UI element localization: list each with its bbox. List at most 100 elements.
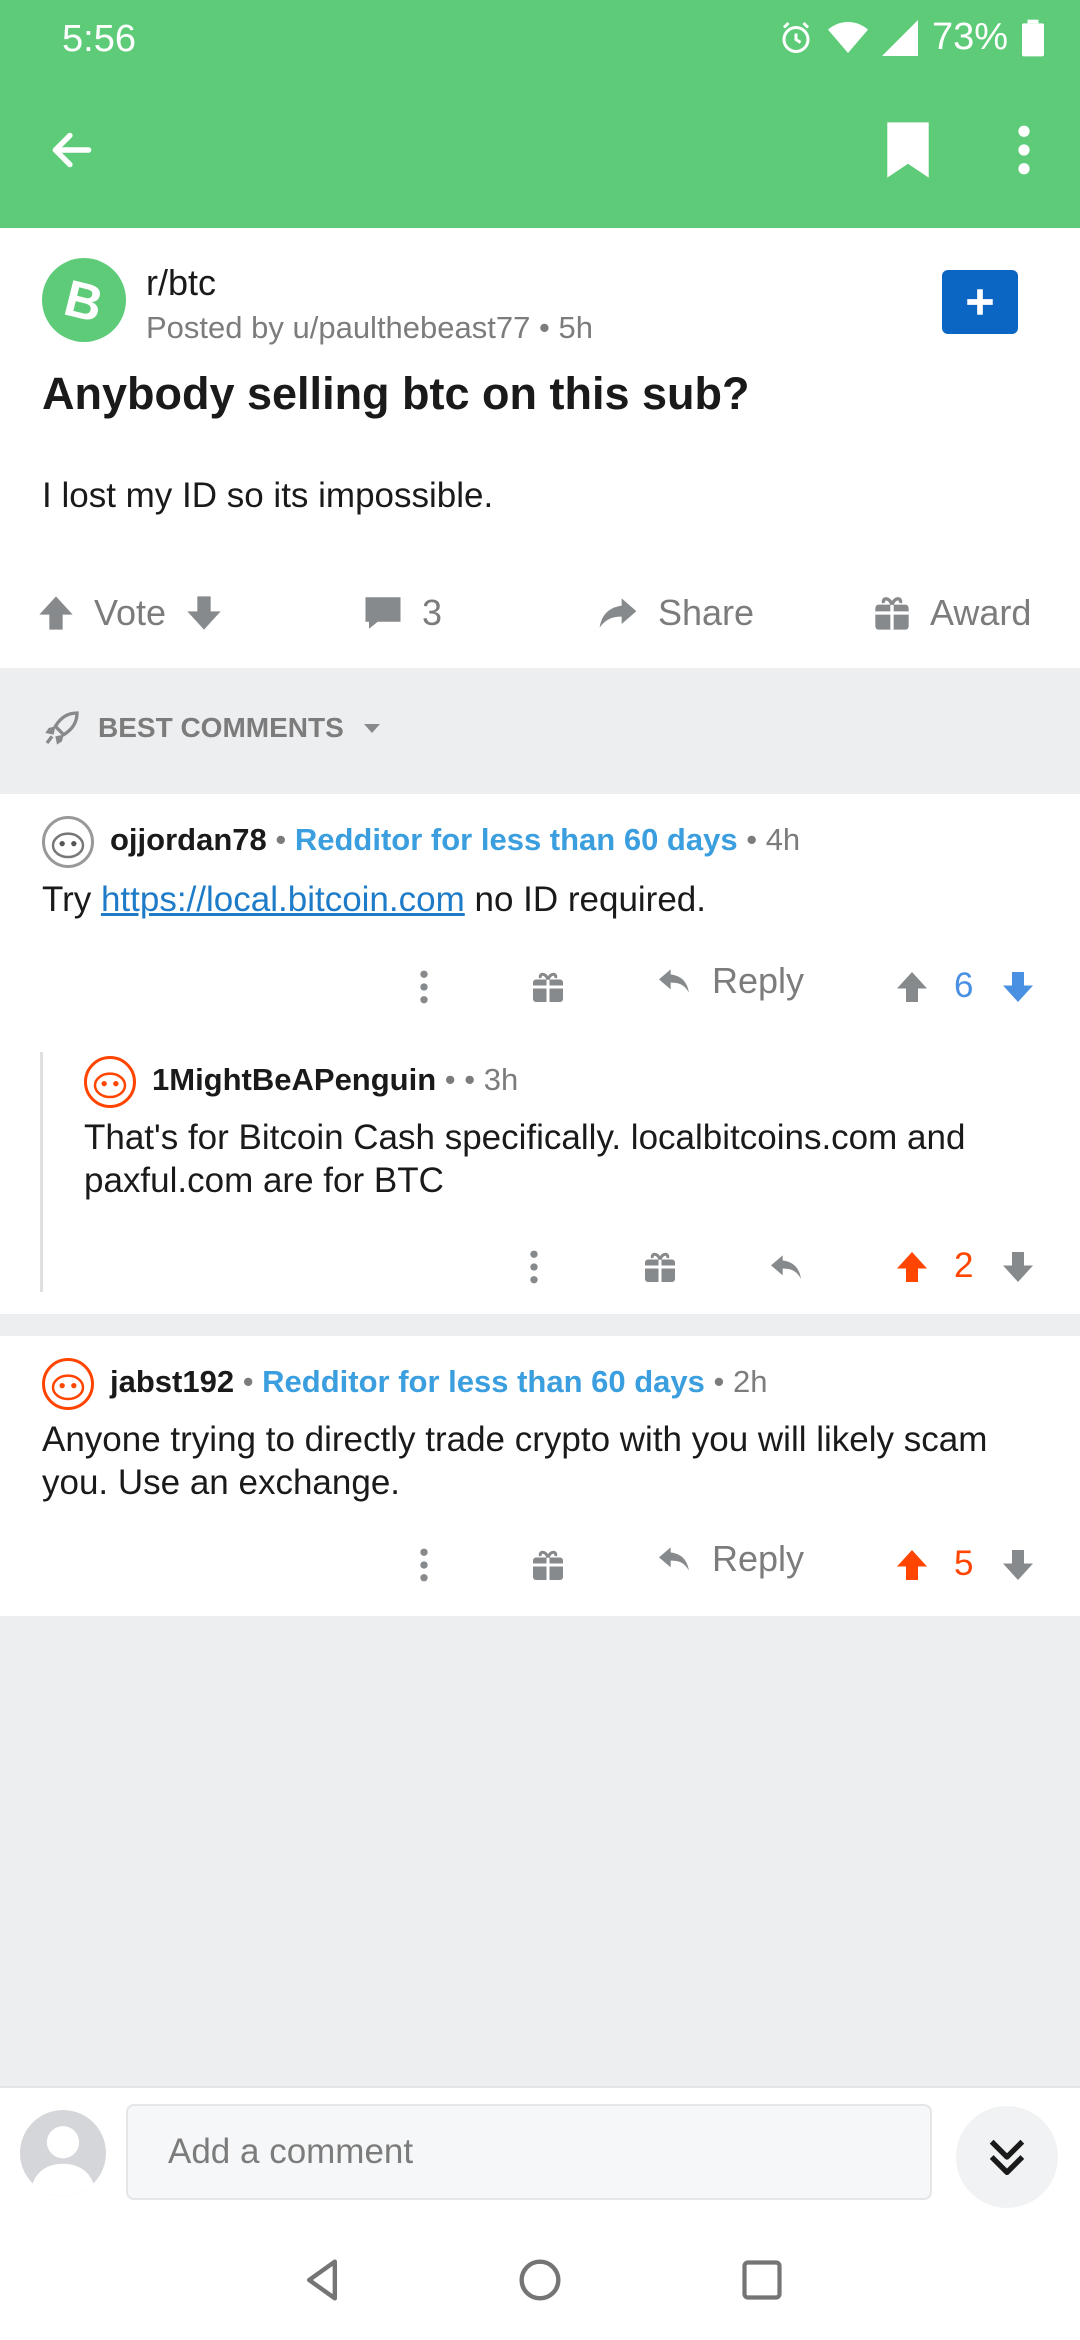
comment-score: 6 bbox=[954, 966, 974, 1005]
meta-separator: • bbox=[538, 310, 559, 345]
award-button[interactable]: Award bbox=[872, 578, 1031, 648]
reply-button[interactable]: Reply bbox=[654, 1538, 804, 1580]
plus-icon bbox=[967, 289, 993, 315]
comment-award-button[interactable] bbox=[640, 1242, 680, 1292]
comment-award-button[interactable] bbox=[528, 962, 568, 1012]
upvote-icon bbox=[897, 972, 927, 1002]
comment-body: Try https://local.bitcoin.com no ID requ… bbox=[42, 878, 1042, 921]
thread-line[interactable] bbox=[40, 1052, 43, 1292]
user-avatar[interactable] bbox=[42, 1358, 94, 1410]
svg-text:B: B bbox=[59, 272, 109, 328]
vote-label: Vote bbox=[94, 592, 167, 633]
user-avatar[interactable] bbox=[84, 1056, 136, 1108]
reply-icon bbox=[771, 1255, 801, 1279]
comment-more-button[interactable] bbox=[406, 1540, 442, 1590]
meta-separator: • bbox=[275, 822, 295, 857]
comment-icon bbox=[365, 597, 401, 629]
comment-meta: 1MightBeAPenguin • • 3h bbox=[152, 1062, 518, 1098]
comment-downvote-button[interactable] bbox=[998, 1242, 1038, 1292]
app-header: 5:56 73% bbox=[0, 0, 1080, 228]
add-comment-input[interactable]: Add a comment bbox=[126, 2104, 932, 2200]
comment-sort-button[interactable]: BEST COMMENTS bbox=[42, 708, 384, 748]
post-age: 5h bbox=[558, 310, 593, 345]
comment-meta: jabst192 • Redditor for less than 60 day… bbox=[110, 1364, 767, 1400]
comment-award-button[interactable] bbox=[528, 1540, 568, 1590]
current-user-avatar[interactable] bbox=[20, 2110, 106, 2196]
post-card: B r/btc Posted by u/paulthebeast77 • 5h … bbox=[0, 228, 1080, 668]
comment-upvote-button[interactable] bbox=[892, 1540, 932, 1590]
share-button[interactable]: Share bbox=[596, 578, 754, 648]
nav-back-button[interactable] bbox=[292, 2250, 352, 2310]
back-arrow-icon bbox=[52, 132, 92, 168]
more-vertical-icon bbox=[420, 970, 428, 1004]
award-label: Award bbox=[930, 592, 1032, 633]
upvote-icon bbox=[897, 1252, 927, 1282]
nav-home-button[interactable] bbox=[510, 2250, 570, 2310]
user-avatar[interactable] bbox=[42, 816, 94, 868]
comment-text: Try bbox=[42, 880, 101, 919]
status-time: 5:56 bbox=[62, 18, 136, 60]
reply-button[interactable]: Reply bbox=[654, 960, 804, 1002]
comment-more-button[interactable] bbox=[516, 1242, 552, 1292]
comment-score: 2 bbox=[954, 1246, 974, 1285]
comment-upvote-button[interactable] bbox=[892, 962, 932, 1012]
comment-text: no ID required. bbox=[464, 880, 706, 919]
comment-age: 2h bbox=[733, 1364, 768, 1399]
more-vertical-icon bbox=[530, 1250, 538, 1284]
comment-thread: jabst192 • Redditor for less than 60 day… bbox=[0, 1336, 1080, 1616]
comment-downvote-button[interactable] bbox=[998, 1540, 1038, 1590]
comment-author[interactable]: 1MightBeAPenguin bbox=[152, 1062, 436, 1097]
upvote-icon[interactable] bbox=[36, 593, 76, 633]
back-triangle-icon bbox=[306, 2259, 338, 2301]
comment-body: Anyone trying to directly trade crypto w… bbox=[42, 1420, 988, 1502]
more-vertical-icon bbox=[1018, 125, 1030, 175]
reply-label: Reply bbox=[712, 960, 805, 1001]
meta-separator: • • bbox=[444, 1062, 484, 1097]
share-icon bbox=[599, 598, 637, 628]
reply-icon bbox=[659, 969, 689, 993]
post-meta: Posted by u/paulthebeast77 • 5h bbox=[146, 310, 593, 346]
comment-upvote-button[interactable] bbox=[892, 1242, 932, 1292]
gift-icon bbox=[875, 597, 909, 630]
chevron-down-icon bbox=[363, 724, 380, 733]
comment-age: 3h bbox=[483, 1062, 519, 1097]
more-vertical-icon bbox=[420, 1548, 428, 1582]
gift-icon bbox=[533, 1550, 563, 1580]
next-comment-button[interactable] bbox=[956, 2106, 1058, 2208]
overflow-menu-button[interactable] bbox=[1000, 118, 1048, 182]
nav-recents-button[interactable] bbox=[732, 2250, 792, 2310]
share-label: Share bbox=[658, 592, 755, 633]
snoo-avatar-icon bbox=[93, 1072, 127, 1099]
meta-separator: • bbox=[713, 1364, 733, 1399]
wifi-icon bbox=[827, 21, 868, 53]
comment-count: 3 bbox=[422, 592, 443, 633]
comment-body: That's for Bitcoin Cash specifically. lo… bbox=[84, 1118, 966, 1200]
comment-sort-bar: BEST COMMENTS bbox=[0, 668, 1080, 794]
save-post-button[interactable] bbox=[876, 118, 940, 182]
comment-author[interactable]: jabst192 bbox=[110, 1364, 234, 1399]
comment-author[interactable]: ojjordan78 bbox=[110, 822, 267, 857]
comment-downvote-button[interactable] bbox=[998, 962, 1038, 1012]
meta-separator: • bbox=[746, 822, 766, 857]
comment-thread: ojjordan78 • Redditor for less than 60 d… bbox=[0, 794, 1080, 1314]
subreddit-avatar[interactable]: B bbox=[42, 258, 126, 342]
reply-button[interactable] bbox=[764, 1242, 808, 1292]
system-navigation-bar bbox=[0, 2216, 1080, 2340]
downvote-icon bbox=[1003, 1252, 1033, 1282]
back-button[interactable] bbox=[40, 118, 104, 182]
downvote-icon[interactable] bbox=[184, 593, 224, 633]
snoo-avatar-icon bbox=[51, 832, 85, 859]
comment-more-button[interactable] bbox=[406, 962, 442, 1012]
comments-button[interactable]: 3 bbox=[362, 578, 442, 648]
gift-icon bbox=[645, 1252, 675, 1282]
join-subreddit-button[interactable] bbox=[942, 270, 1018, 334]
user-flair: Redditor for less than 60 days bbox=[262, 1364, 705, 1399]
alarm-icon bbox=[782, 21, 810, 53]
post-author[interactable]: Posted by u/paulthebeast77 bbox=[146, 310, 530, 345]
battery-icon bbox=[1022, 19, 1044, 56]
subreddit-name[interactable]: r/btc bbox=[146, 262, 216, 304]
reply-label: Reply bbox=[712, 1538, 805, 1579]
bitcoin-icon: B bbox=[59, 272, 109, 328]
recents-square-icon bbox=[742, 2260, 782, 2300]
comment-link[interactable]: https://local.bitcoin.com bbox=[101, 880, 465, 919]
